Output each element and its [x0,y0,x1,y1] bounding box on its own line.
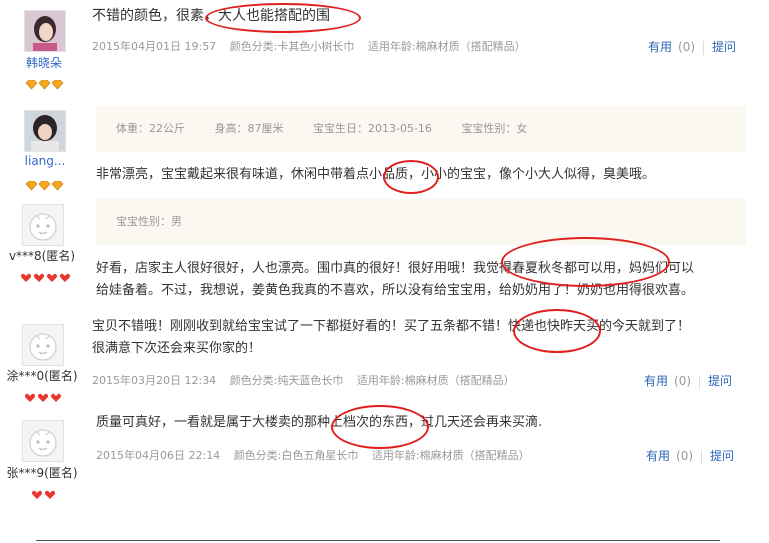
avatar[interactable] [24,10,66,52]
baby-birthday: 宝宝生日：2013-05-16 [313,122,432,135]
red-heart-icons [32,490,55,499]
user-photo-icon [25,11,65,51]
avatar[interactable] [22,324,64,366]
baby-info-box: 体重：22公斤 身高：87厘米 宝宝生日：2013-05-16 宝宝性别：女 [96,106,746,152]
level-badges [20,268,72,282]
level-badges [25,75,65,90]
review-actions: 有用 (0) 提问 [646,447,734,464]
level-badges [25,176,65,191]
review-meta: 2015年03月20日 12:34 颜色分类:纯天蓝色长巾 适用年龄:棉麻材质（… [92,372,525,388]
ask-button[interactable]: 提问 [712,40,736,54]
review-text: 质量可真好，一看就是属于大楼卖的那种上档次的东西，过几天还会再来买滴. [96,415,543,430]
baby-gender: 宝宝性别：女 [461,122,528,135]
review-text-line2: 给娃备着。不过，我想说，姜黄色我真的不喜欢，所以没有给宝宝用，给奶奶用了！奶奶也… [96,283,695,298]
gold-diamond-icons [25,180,64,191]
review-text: 不错的颜色，很素，大人也能搭配的围 [92,8,330,24]
divider [703,40,705,55]
useful-button[interactable]: 有用 [648,40,672,54]
red-heart-icons [21,273,70,282]
review-date: 2015年04月06日 22:14 [96,449,221,462]
age-range: 适用年龄:棉麻材质（搭配精品） [356,374,515,387]
useful-count: (0) [676,449,694,463]
color-category: 颜色分类:白色五角星长巾 [233,449,359,462]
divider [701,449,703,464]
default-face-icon [23,421,63,461]
level-badges [24,388,64,402]
baby-info-box: 宝宝性别：男 [96,199,746,245]
useful-count: (0) [674,374,692,388]
red-heart-icons [25,393,61,402]
avatar[interactable] [22,204,64,246]
avatar[interactable] [22,420,64,462]
review-text-line1: 好看，店家主人很好很好，人也漂亮。围巾真的很好！很好用哦！我觉得春夏秋冬都可以用… [96,261,695,276]
review-text-line2: 很满意下次还会来买你家的！ [92,341,262,356]
review-actions: 有用 (0) 提问 [644,372,732,389]
gold-diamond-icons [25,79,64,90]
review-text: 非常漂亮，宝宝戴起来很有味道，休闲中带着点小品质，小小的宝宝，像个小大人似得，臭… [96,167,656,182]
age-range: 适用年龄:棉麻材质（搭配精品） [367,40,526,53]
review-text-line1: 宝贝不错哦！刚刚收到就给宝宝试了一下都挺好看的！买了五条都不错！快递也快昨天买的… [92,319,691,334]
review-date: 2015年04月01日 19:57 [92,40,217,53]
review-actions: 有用 (0) 提问 [648,38,736,55]
username[interactable]: v***8(匿名) [4,247,80,264]
username[interactable]: liang... [22,154,68,168]
useful-button[interactable]: 有用 [646,449,670,463]
baby-height: 身高：87厘米 [214,122,284,135]
default-face-icon [23,325,63,365]
age-range: 适用年龄:棉麻材质（搭配精品） [371,449,530,462]
baby-gender: 宝宝性别：男 [116,215,182,228]
username[interactable]: 张***9(匿名) [2,464,82,481]
default-face-icon [23,205,63,245]
review-meta: 2015年04月01日 19:57 颜色分类:卡其色小树长巾 适用年龄:棉麻材质… [92,38,536,54]
user-photo-icon [25,111,65,151]
useful-button[interactable]: 有用 [644,374,668,388]
color-category: 颜色分类:卡其色小树长巾 [229,40,355,53]
review-meta: 2015年04月06日 22:14 颜色分类:白色五角星长巾 适用年龄:棉麻材质… [96,447,540,463]
avatar[interactable] [24,110,66,152]
username[interactable]: 韩晓朵 [24,54,64,71]
username[interactable]: 涂***0(匿名) [2,367,82,384]
baby-weight: 体重：22公斤 [116,122,185,135]
ask-button[interactable]: 提问 [710,449,734,463]
ask-button[interactable]: 提问 [708,374,732,388]
bottom-divider [36,540,720,541]
color-category: 颜色分类:纯天蓝色长巾 [229,374,344,387]
divider [699,374,701,389]
useful-count: (0) [678,40,696,54]
review-date: 2015年03月20日 12:34 [92,374,217,387]
level-badges [31,485,57,499]
